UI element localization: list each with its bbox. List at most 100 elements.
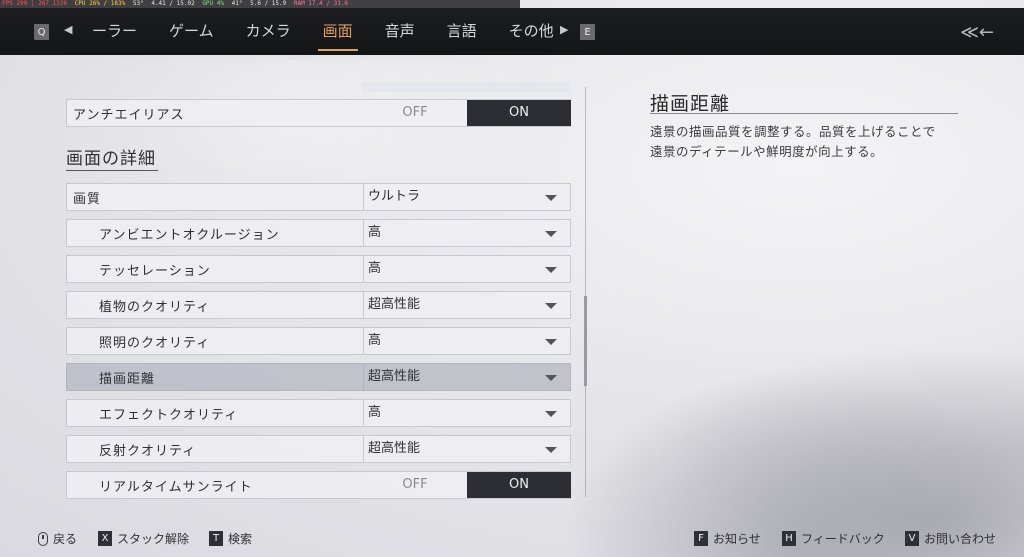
- dropdown-value: 超高性能: [368, 369, 421, 384]
- setting-row-quality[interactable]: 画質 ウルトラ: [66, 183, 571, 211]
- setting-dropdown[interactable]: 高: [363, 220, 571, 246]
- tab-game[interactable]: ゲーム: [153, 8, 230, 55]
- setting-row-ambient-occlusion[interactable]: アンビエントオクルージョン 高: [66, 219, 571, 247]
- chevron-down-icon: [545, 231, 557, 237]
- tab-camera[interactable]: カメラ: [230, 8, 307, 55]
- description-title: 描画距離: [650, 93, 731, 115]
- back-arrow-icon[interactable]: ≪←: [960, 22, 994, 43]
- tab-other[interactable]: その他: [493, 8, 570, 55]
- overlay-temp: 53°: [132, 0, 144, 7]
- chevron-down-icon: [545, 339, 557, 345]
- dropdown-value: ウルトラ: [368, 189, 421, 204]
- dropdown-value: 超高性能: [368, 441, 421, 456]
- performance-overlay: FPS 299 | 267 1326 CPU 26% / 183% 53° 4.…: [0, 0, 520, 8]
- description-line-1: 遠景の描画品質を調整する。品質を上げることで: [650, 124, 936, 139]
- key-v: V: [905, 531, 919, 546]
- footer-back-label: 戻る: [53, 532, 78, 546]
- mouse-icon: [38, 531, 48, 546]
- realtime-sunlight-toggle[interactable]: OFF ON: [363, 472, 571, 498]
- dropdown-value: 超高性能: [368, 297, 421, 312]
- partial-row-above: [362, 82, 570, 92]
- setting-row-antialias[interactable]: アンチエイリアス OFF ON: [66, 99, 571, 127]
- tab-audio[interactable]: 音声: [369, 8, 431, 55]
- footer-feedback[interactable]: H フィードバック: [782, 530, 885, 547]
- dropdown-value: 高: [368, 225, 382, 240]
- footer-news[interactable]: F お知らせ: [694, 530, 761, 547]
- setting-row-lighting[interactable]: 照明のクオリティ 高: [66, 327, 571, 355]
- tab-controller[interactable]: ーラー: [76, 8, 153, 55]
- toggle-off[interactable]: OFF: [363, 472, 467, 498]
- overlay-gpu: GPU 4%: [202, 0, 224, 7]
- setting-row-foliage[interactable]: 植物のクオリティ 超高性能: [66, 291, 571, 319]
- toggle-on[interactable]: ON: [467, 100, 571, 126]
- overlay-cpu-clock: 4.41 / 15.02: [151, 0, 195, 7]
- dropdown-value: 高: [368, 261, 382, 276]
- chevron-down-icon: [545, 411, 557, 417]
- setting-dropdown[interactable]: 高: [363, 256, 571, 282]
- setting-label: リアルタイムサンライト: [99, 479, 253, 495]
- key-h: H: [782, 531, 796, 546]
- dropdown-value: 高: [368, 405, 382, 420]
- toggle-off[interactable]: OFF: [363, 100, 467, 126]
- toggle-on[interactable]: ON: [467, 472, 571, 498]
- section-title: 画面の詳細: [66, 149, 156, 169]
- setting-row-draw-distance[interactable]: 描画距離 超高性能: [66, 363, 571, 391]
- footer-feedback-label: フィードバック: [801, 532, 885, 546]
- tab-display[interactable]: 画面: [307, 8, 369, 55]
- setting-label: 描画距離: [99, 371, 156, 387]
- footer-contact[interactable]: V お問い合わせ: [905, 530, 996, 547]
- setting-dropdown[interactable]: 超高性能: [363, 364, 571, 390]
- chevron-down-icon: [545, 195, 557, 201]
- footer-unstack-label: スタック解除: [117, 532, 190, 546]
- key-t: T: [209, 531, 223, 546]
- setting-label: アンチエイリアス: [73, 107, 185, 123]
- setting-row-realtime-sunlight[interactable]: リアルタイムサンライト OFF ON: [66, 471, 571, 499]
- overlay-ram: RAM 17.4 / 31.6: [293, 0, 349, 7]
- setting-row-effects[interactable]: エフェクトクオリティ 高: [66, 399, 571, 427]
- description-line-2: 遠景のディテールや鮮明度が向上する。: [650, 144, 884, 159]
- key-next-tab[interactable]: E: [580, 24, 595, 40]
- top-navigation: Q ◀ ーラー ゲーム カメラ 画面 音声 言語 その他 ▶ E ≪←: [0, 8, 1024, 55]
- setting-dropdown[interactable]: 高: [363, 328, 571, 354]
- footer-back[interactable]: 戻る: [38, 530, 77, 547]
- setting-label: 植物のクオリティ: [99, 299, 211, 315]
- key-prev-tab[interactable]: Q: [34, 24, 49, 40]
- scrollbar-track[interactable]: [585, 87, 586, 497]
- scrollbar-thumb[interactable]: [584, 296, 587, 386]
- tab-language[interactable]: 言語: [431, 8, 493, 55]
- setting-dropdown[interactable]: 高: [363, 400, 571, 426]
- dropdown-value: 高: [368, 333, 382, 348]
- overlay-cpu: CPU 26% / 183%: [74, 0, 126, 7]
- chevron-down-icon: [545, 267, 557, 273]
- key-f: F: [694, 531, 708, 546]
- setting-dropdown[interactable]: 超高性能: [363, 292, 571, 318]
- overlay-vram: 5.6 / 15.9: [250, 0, 287, 7]
- setting-label: 画質: [73, 191, 102, 207]
- section-underline: [66, 170, 158, 171]
- tab-bar: ーラー ゲーム カメラ 画面 音声 言語 その他: [76, 8, 570, 55]
- footer-search[interactable]: T 検索: [209, 530, 252, 547]
- chevron-down-icon: [545, 447, 557, 453]
- chevron-down-icon: [545, 303, 557, 309]
- setting-row-reflections[interactable]: 反射クオリティ 超高性能: [66, 435, 571, 463]
- setting-label: エフェクトクオリティ: [99, 407, 239, 423]
- setting-label: 照明のクオリティ: [99, 335, 211, 351]
- footer-news-label: お知らせ: [713, 532, 761, 546]
- description-text: 遠景の描画品質を調整する。品質を上げることで 遠景のディテールや鮮明度が向上する…: [650, 122, 970, 162]
- description-divider: [650, 113, 958, 114]
- prev-tab-arrow-icon[interactable]: ◀: [64, 23, 72, 36]
- setting-row-tessellation[interactable]: テッセレーション 高: [66, 255, 571, 283]
- footer-contact-label: お問い合わせ: [924, 532, 997, 546]
- key-x: X: [98, 531, 112, 546]
- setting-label: アンビエントオクルージョン: [99, 227, 280, 243]
- footer-unstack[interactable]: X スタック解除: [98, 530, 189, 547]
- setting-dropdown[interactable]: ウルトラ: [363, 184, 571, 210]
- setting-dropdown[interactable]: 超高性能: [363, 436, 571, 462]
- setting-label: 反射クオリティ: [99, 443, 197, 459]
- footer-search-label: 検索: [228, 532, 253, 546]
- setting-label: テッセレーション: [99, 263, 211, 279]
- antialias-toggle[interactable]: OFF ON: [363, 100, 571, 126]
- footer-hints: 戻る X スタック解除 T 検索 F お知らせ H フィードバック V お問い合…: [0, 527, 1024, 549]
- next-tab-arrow-icon[interactable]: ▶: [560, 23, 568, 36]
- overlay-gpu-temp: 41°: [231, 0, 243, 7]
